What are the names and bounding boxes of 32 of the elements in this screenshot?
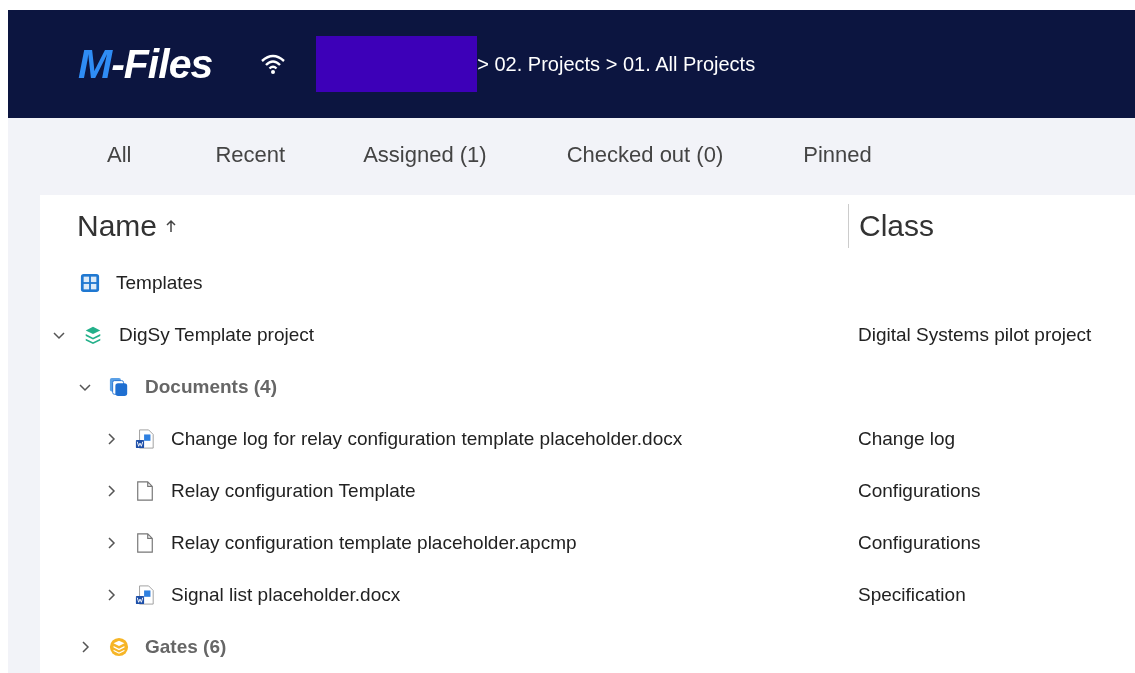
item-name[interactable]: Relay configuration Template <box>171 480 416 502</box>
class-cell: Configurations <box>858 480 981 502</box>
blank-file-icon <box>135 533 155 553</box>
item-name[interactable]: Relay configuration template placeholder.apcmp <box>171 532 577 554</box>
item-name[interactable]: Change log for relay configuration template placeholder.docx <box>171 428 683 450</box>
breadcrumb[interactable]: > 02. Projects > 01. All Projects <box>477 52 756 76</box>
wifi-icon <box>260 53 287 75</box>
column-header[interactable]: Name <box>77 209 158 243</box>
blank-file-icon <box>135 481 155 501</box>
logo: M-Files <box>78 40 213 88</box>
class-cell: Specification <box>858 584 966 606</box>
item-name[interactable]: Signal list placeholder.docx <box>171 584 401 606</box>
grid-icon <box>80 273 100 293</box>
tab[interactable]: All <box>98 136 141 177</box>
tab[interactable]: Pinned <box>794 136 881 177</box>
tab[interactable]: Checked out (0) <box>557 136 733 177</box>
item-name[interactable]: DigSy Template project <box>119 324 315 346</box>
documents-icon <box>109 377 129 397</box>
group-label[interactable]: Gates (6) <box>145 636 227 658</box>
word-document-icon <box>135 585 155 605</box>
layers-icon <box>83 325 103 345</box>
column-header[interactable]: Class <box>859 209 934 242</box>
tab[interactable]: Assigned (1) <box>354 136 496 177</box>
group-label[interactable]: Documents (4) <box>145 376 277 398</box>
class-cell: Change log <box>858 428 956 450</box>
class-cell: Digital Systems pilot project <box>858 324 1092 346</box>
class-cell: Configurations <box>858 532 981 554</box>
word-document-icon <box>135 429 155 449</box>
item-name[interactable]: Templates <box>116 272 203 294</box>
sort-ascending-icon[interactable] <box>165 219 178 233</box>
tab[interactable]: Recent <box>206 136 295 177</box>
layers-icon <box>109 637 129 657</box>
